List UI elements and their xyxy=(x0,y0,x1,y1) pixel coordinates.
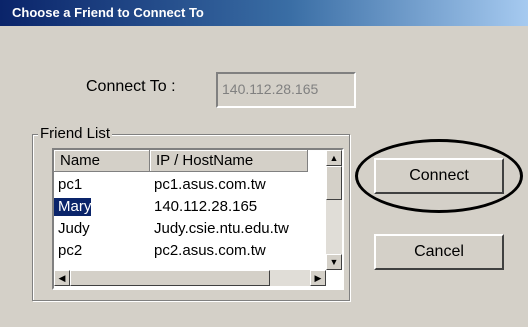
friend-list-group-label: Friend List xyxy=(38,125,113,142)
list-item[interactable]: pc2 pc2.asus.com.tw xyxy=(54,242,326,260)
list-item-name: pc1 xyxy=(58,176,83,193)
scroll-down-icon[interactable]: ▼ xyxy=(326,254,342,270)
vertical-scrollbar[interactable]: ▲ ▼ xyxy=(326,150,342,270)
list-item-host: pc1.asus.com.tw xyxy=(154,176,266,193)
scroll-left-icon[interactable]: ◀ xyxy=(54,270,70,286)
friend-list-view[interactable]: Name IP / HostName pc1 pc1.asus.com.tw Mar… xyxy=(52,148,344,290)
scroll-right-icon[interactable]: ▶ xyxy=(310,270,326,286)
horizontal-scrollbar[interactable]: ◀ ▶ xyxy=(54,270,326,286)
friend-rows: pc1 pc1.asus.com.tw Mary 140.112.28.165 Judy… xyxy=(54,176,326,270)
list-item-name: Mary xyxy=(54,198,92,216)
list-item[interactable]: pc1 pc1.asus.com.tw xyxy=(54,176,326,194)
connect-to-field[interactable]: 140.112.28.165 xyxy=(216,72,356,108)
dialog-client: Connect To : 140.112.28.165 Friend List … xyxy=(0,26,528,327)
column-header-host[interactable]: IP / HostName xyxy=(150,150,308,172)
scroll-up-icon[interactable]: ▲ xyxy=(326,150,342,166)
list-item[interactable]: Mary 140.112.28.165 xyxy=(54,198,326,216)
title-bar: Choose a Friend to Connect To xyxy=(0,0,528,26)
vertical-scroll-thumb[interactable] xyxy=(326,166,342,200)
list-item-host: 140.112.28.165 xyxy=(154,198,258,215)
highlight-ellipse xyxy=(355,139,523,213)
list-item[interactable]: Judy Judy.csie.ntu.edu.tw xyxy=(54,220,326,238)
column-header-name[interactable]: Name xyxy=(54,150,150,172)
list-item-name: pc2 xyxy=(58,242,83,259)
cancel-button[interactable]: Cancel xyxy=(374,234,504,270)
connect-to-label: Connect To : xyxy=(86,78,176,95)
list-item-name: Judy xyxy=(58,220,90,237)
list-item-host: pc2.asus.com.tw xyxy=(154,242,266,259)
window-title: Choose a Friend to Connect To xyxy=(12,5,204,20)
list-item-host: Judy.csie.ntu.edu.tw xyxy=(154,220,289,237)
horizontal-scroll-thumb[interactable] xyxy=(70,270,270,286)
